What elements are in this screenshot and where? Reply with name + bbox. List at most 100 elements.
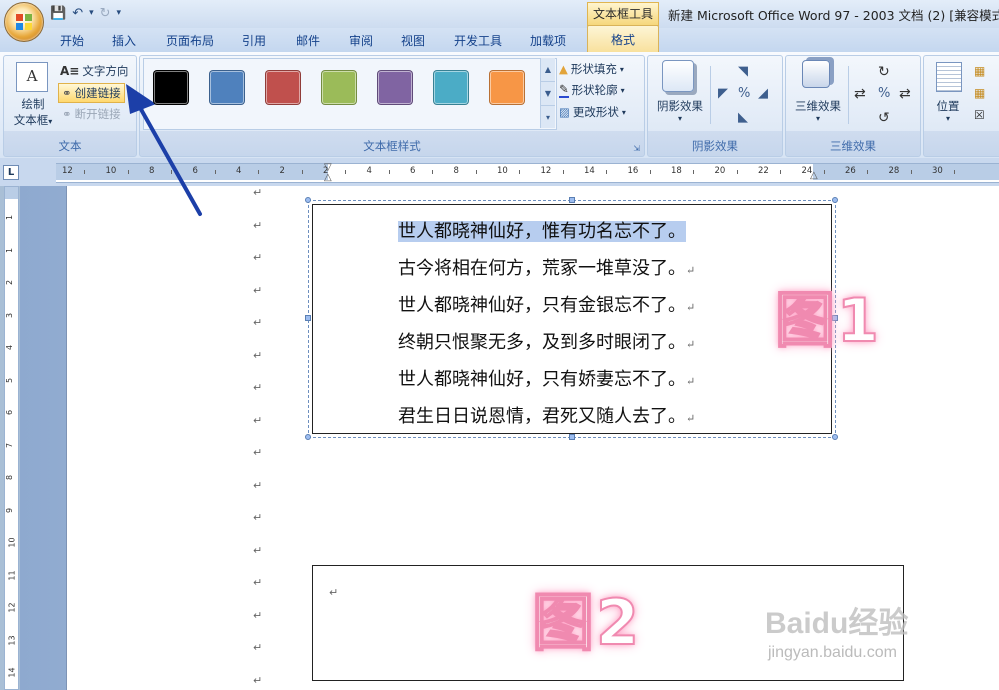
- paragraph-mark: ↵: [253, 251, 263, 264]
- threed-group-label: 三维效果: [830, 139, 876, 153]
- right-indent-icon[interactable]: △: [810, 170, 818, 181]
- shape-outline-label: 形状轮廓: [571, 83, 618, 97]
- redo-icon[interactable]: ↻: [100, 6, 111, 21]
- undo-dropdown-icon[interactable]: ▾: [89, 8, 94, 18]
- ruler-tick: [910, 170, 912, 174]
- resize-handle[interactable]: [832, 434, 838, 440]
- ruler-number: 9: [5, 507, 15, 513]
- tab-page-layout[interactable]: 页面布局: [158, 31, 222, 51]
- tilt-left-icon[interactable]: ⇄: [854, 86, 866, 102]
- ruler-tick: [432, 170, 433, 174]
- shadow-effects-label: 阴影效果: [657, 99, 703, 113]
- ruler-number: 22: [758, 166, 769, 176]
- tab-references[interactable]: 引用: [234, 31, 274, 51]
- position-button[interactable]: 位置 ▾: [928, 98, 968, 123]
- resize-handle[interactable]: [569, 197, 575, 203]
- nudge-shadow-down-icon[interactable]: ◣: [738, 110, 748, 125]
- shadow-group-label: 阴影效果: [692, 139, 738, 153]
- style-swatch-6[interactable]: [433, 70, 469, 105]
- style-swatch-5[interactable]: [377, 70, 413, 105]
- nudge-shadow-left-icon[interactable]: ◤: [718, 86, 728, 101]
- resize-handle[interactable]: [832, 197, 838, 203]
- draw-textbox-button[interactable]: 绘制 文本框▾: [8, 96, 58, 130]
- ruler-number: 10: [497, 166, 508, 176]
- tilt-right-icon[interactable]: ⇄: [899, 86, 911, 102]
- threed-effects-icon[interactable]: [802, 60, 830, 88]
- ruler-number: 12: [62, 166, 73, 176]
- paragraph-mark: ↵: [253, 576, 263, 589]
- shadow-toggle-icon[interactable]: %: [738, 86, 750, 101]
- threed-effects-button[interactable]: 三维效果 ▾: [790, 98, 846, 123]
- resize-handle[interactable]: [569, 434, 575, 440]
- shadow-effects-button[interactable]: 阴影效果 ▾: [652, 98, 708, 123]
- ruler-number: 6: [5, 409, 15, 416]
- tab-developer[interactable]: 开发工具: [446, 31, 510, 51]
- shadow-effects-icon[interactable]: [662, 60, 694, 92]
- textbox1-content[interactable]: 世人都晓神仙好，惟有功名忘不了。 古今将相在何方，荒冢一堆草没了。↵ 世人都晓神…: [398, 213, 818, 429]
- tab-mailings[interactable]: 邮件: [288, 31, 328, 51]
- ruler-number: 1: [5, 214, 15, 221]
- dialog-launcher-icon[interactable]: ⇲: [633, 144, 640, 153]
- position-icon[interactable]: [936, 62, 962, 92]
- gallery-more-icon[interactable]: ▾: [541, 106, 555, 129]
- resize-handle[interactable]: [305, 315, 311, 321]
- paragraph-mark: ↵: [686, 375, 696, 388]
- send-backward-icon[interactable]: ▦: [974, 86, 985, 100]
- change-shape-button[interactable]: ▨ 更改形状 ▾: [559, 103, 626, 121]
- nudge-shadow-right-icon[interactable]: ◢: [758, 86, 768, 101]
- break-link-icon: ⚭: [62, 107, 72, 121]
- create-link-label: 创建链接: [74, 86, 121, 100]
- ruler-number: 2: [5, 279, 15, 286]
- paragraph-mark: ↵: [253, 511, 263, 524]
- shape-fill-button[interactable]: ▲ 形状填充 ▾: [559, 60, 624, 78]
- style-swatch-4[interactable]: [321, 70, 357, 105]
- tab-insert[interactable]: 插入: [104, 31, 144, 51]
- style-swatch-2[interactable]: [209, 70, 245, 105]
- nudge-shadow-up-icon[interactable]: ◥: [738, 64, 748, 79]
- create-link-button[interactable]: ⚭ 创建链接: [58, 83, 125, 103]
- ruler-tick: [388, 170, 390, 174]
- style-swatch-1[interactable]: [153, 70, 189, 105]
- gallery-down-icon[interactable]: ▼: [541, 82, 555, 106]
- paragraph-mark: ↵: [253, 218, 263, 232]
- tab-home[interactable]: 开始: [52, 31, 92, 51]
- gallery-up-icon[interactable]: ▲: [541, 58, 555, 82]
- office-button[interactable]: [4, 2, 44, 42]
- break-link-button[interactable]: ⚭ 断开链接: [62, 105, 121, 123]
- shadow-group: 阴影效果 ▾ ◥ ◤ % ◢ ◣ 阴影效果: [647, 55, 783, 157]
- resize-handle[interactable]: [305, 434, 311, 440]
- threed-toggle-icon[interactable]: %: [878, 86, 890, 101]
- vertical-ruler[interactable]: 1 1 2 3 4 5 6 7 8 9 10 11 12 13 14: [4, 186, 19, 690]
- textbox-1[interactable]: 世人都晓神仙好，惟有功名忘不了。 古今将相在何方，荒冢一堆草没了。↵ 世人都晓神…: [312, 204, 832, 434]
- customize-icon[interactable]: ▾: [117, 8, 122, 18]
- ruler-tick: [562, 170, 564, 174]
- tab-format[interactable]: 格式: [587, 25, 659, 53]
- textbox-styles-group-label: 文本框样式: [363, 139, 421, 153]
- save-icon[interactable]: 💾: [50, 6, 66, 21]
- tilt-down-icon[interactable]: ↺: [878, 110, 890, 126]
- threed-effects-label: 三维效果: [795, 99, 841, 113]
- tab-review[interactable]: 审阅: [341, 31, 381, 51]
- resize-handle[interactable]: [305, 197, 311, 203]
- tab-view[interactable]: 视图: [393, 31, 433, 51]
- ruler-number: 8: [149, 166, 155, 176]
- text-wrapping-icon[interactable]: ☒: [974, 108, 985, 122]
- tab-selector-icon[interactable]: L: [3, 165, 19, 180]
- undo-icon[interactable]: ↶: [72, 6, 83, 21]
- horizontal-ruler[interactable]: 12 10 8 6 4 2 2 4 6 8 10 12 14 16 18 20 22 24 26 28 30 ▽ △ △: [56, 162, 999, 183]
- draw-textbox-icon[interactable]: A: [16, 62, 48, 92]
- bring-forward-icon[interactable]: ▦: [974, 64, 985, 78]
- hanging-indent-icon[interactable]: △: [324, 172, 332, 183]
- ruler-number: 8: [5, 474, 15, 481]
- ruler-tick: [475, 170, 477, 174]
- figure1-annotation: 图1: [774, 285, 881, 357]
- text-direction-button[interactable]: A≡ 文字方向: [60, 62, 128, 80]
- tilt-up-icon[interactable]: ↻: [878, 64, 890, 80]
- tab-addins[interactable]: 加载项: [522, 31, 574, 51]
- shape-outline-button[interactable]: ✎ 形状轮廓 ▾: [559, 81, 625, 99]
- style-swatch-3[interactable]: [265, 70, 301, 105]
- ruler-number: 4: [236, 166, 242, 176]
- ruler-number: 13: [7, 634, 17, 646]
- gallery-scrollbar[interactable]: ▲ ▼ ▾: [540, 58, 555, 128]
- style-swatch-7[interactable]: [489, 70, 525, 105]
